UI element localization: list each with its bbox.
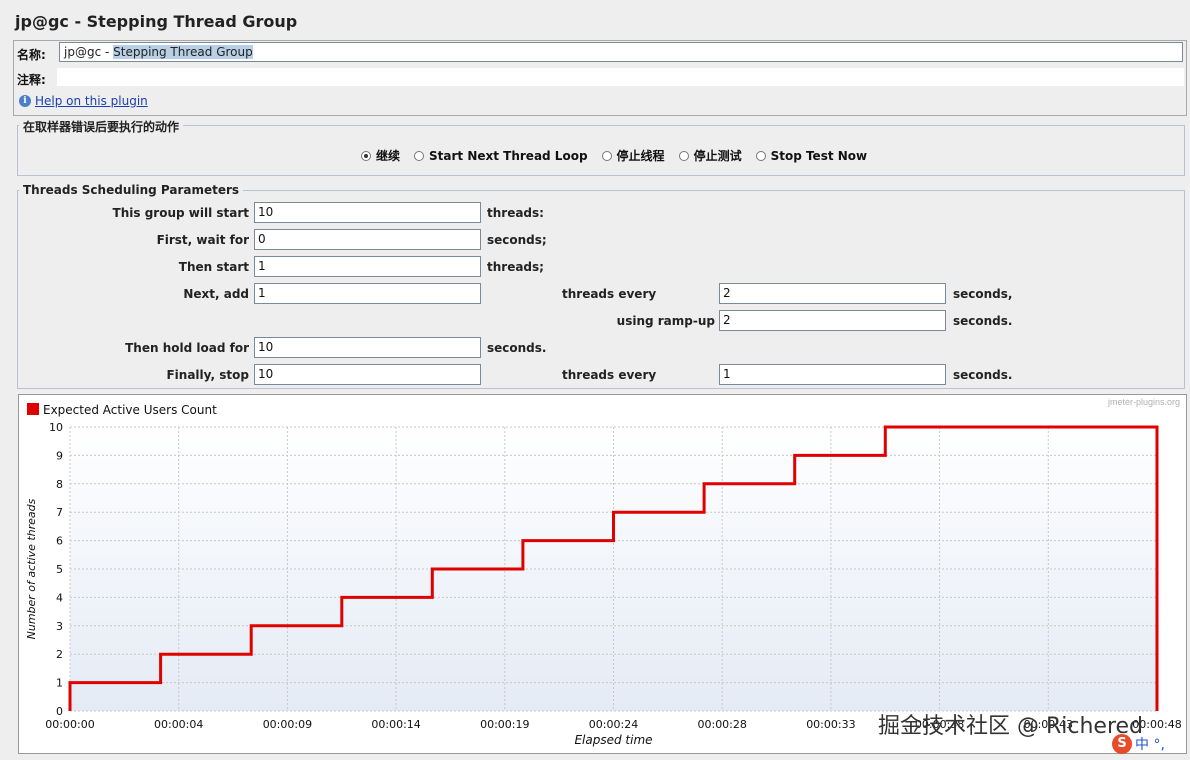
param-add-every-input[interactable]: 2: [719, 283, 946, 304]
y-tick-label: 1: [56, 677, 63, 690]
param-add-every-unit: seconds,: [953, 287, 1013, 301]
param-stop-mid-label: threads every: [562, 368, 657, 382]
y-tick-label: 9: [56, 449, 63, 462]
name-label: 名称:: [17, 48, 46, 62]
y-tick-label: 5: [56, 563, 63, 576]
radio-label: Start Next Thread Loop: [429, 148, 588, 163]
x-tick-label: 00:00:04: [154, 718, 203, 731]
radio-label: 继续: [376, 149, 401, 163]
name-field[interactable]: jp@gc - Stepping Thread Group: [59, 42, 1183, 62]
param-stop-every-unit: seconds.: [953, 368, 1013, 382]
radio-label: 停止线程: [616, 149, 665, 163]
x-tick-label: 00:00:19: [480, 718, 529, 731]
y-tick-label: 8: [56, 478, 63, 491]
legend-label: Expected Active Users Count: [43, 403, 217, 417]
help-link[interactable]: Help on this plugin: [35, 94, 148, 108]
window-title: jp@gc - Stepping Thread Group: [15, 12, 298, 31]
sogou-ime-icon: S: [1112, 734, 1132, 754]
watermark-text: 掘金技术社区 @ Richered: [878, 714, 1144, 739]
chart-panel: jmeter-plugins.org Expected Active Users…: [18, 394, 1187, 754]
param-start-threads-label: This group will start: [112, 206, 249, 220]
param-then-start-unit: threads;: [487, 260, 544, 274]
radio-dot: [678, 150, 689, 161]
comment-label: 注释:: [17, 73, 46, 87]
x-tick-label: 00:00:24: [589, 718, 638, 731]
param-next-add-label: Next, add: [183, 287, 249, 301]
radio-label: Stop Test Now: [770, 148, 868, 163]
error-action-legend: 在取样器错误后要执行的动作: [19, 118, 184, 135]
radio-label: 停止测试: [693, 149, 742, 163]
y-tick-label: 6: [56, 535, 63, 548]
param-start-threads-input[interactable]: 10: [254, 202, 481, 223]
param-next-add-input[interactable]: 1: [254, 283, 481, 304]
radio-stop-test-now[interactable]: Stop Test Now: [755, 147, 868, 164]
y-tick-label: 0: [56, 705, 63, 718]
param-stop-every-input[interactable]: 1: [719, 364, 946, 385]
param-initial-delay-input[interactable]: 0: [254, 229, 481, 250]
radio-dot: [601, 150, 612, 161]
x-tick-label: 00:00:09: [263, 718, 312, 731]
y-tick-label: 10: [49, 421, 63, 434]
param-ramp-up-label: using ramp-up: [616, 314, 715, 328]
legend-swatch: [27, 403, 39, 415]
x-tick-label: 00:00:00: [45, 718, 94, 731]
param-then-start-label: Then start: [178, 260, 249, 274]
ime-status: 中 °,: [1135, 737, 1165, 753]
radio-stop-test[interactable]: 停止测试: [678, 147, 742, 164]
name-value-selected: Stepping Thread Group: [113, 45, 253, 59]
y-axis-label: Number of active threads: [25, 498, 38, 639]
y-tick-label: 7: [56, 506, 63, 519]
ime-toolbar[interactable]: S 中 °,: [1112, 734, 1165, 754]
comment-field[interactable]: [57, 68, 1184, 86]
info-icon: i: [19, 95, 31, 107]
radio-dot: [755, 150, 766, 161]
param-ramp-up-unit: seconds.: [953, 314, 1013, 328]
radio-dot: [414, 150, 425, 161]
x-axis-label: Elapsed time: [574, 733, 652, 747]
param-stop-input[interactable]: 10: [254, 364, 481, 385]
param-hold-unit: seconds.: [487, 341, 547, 355]
radio-continue[interactable]: 继续: [361, 147, 400, 164]
y-tick-labels: 0 1 2 3 4 5 6 7 8 9 10: [49, 421, 63, 718]
param-next-add-mid-label: threads every: [562, 287, 657, 301]
param-stop-label: Finally, stop: [166, 368, 249, 382]
x-tick-label: 00:00:33: [806, 718, 855, 731]
param-ramp-up-input[interactable]: 2: [719, 310, 946, 331]
x-tick-label: 00:00:14: [371, 718, 420, 731]
chart-brand: jmeter-plugins.org: [1107, 397, 1180, 407]
param-initial-delay-label: First, wait for: [156, 233, 249, 247]
x-tick-label: 00:00:28: [697, 718, 746, 731]
param-hold-input[interactable]: 10: [254, 337, 481, 358]
radio-stop-thread[interactable]: 停止线程: [601, 147, 665, 164]
param-hold-label: Then hold load for: [125, 341, 249, 355]
name-value-prefix: jp@gc -: [64, 45, 114, 59]
params-legend: Threads Scheduling Parameters: [19, 183, 244, 197]
y-tick-label: 2: [56, 648, 63, 661]
param-then-start-input[interactable]: 1: [254, 256, 481, 277]
y-tick-label: 3: [56, 620, 63, 633]
error-action-options: 继续 Start Next Thread Loop 停止线程 停止测试 Stop…: [361, 147, 867, 164]
param-start-threads-unit: threads:: [487, 206, 544, 220]
help-row: i Help on this plugin: [19, 94, 148, 108]
radio-dot-selected: [361, 150, 371, 161]
radio-start-next-loop[interactable]: Start Next Thread Loop: [414, 147, 588, 164]
active-threads-chart: jmeter-plugins.org Expected Active Users…: [25, 397, 1182, 747]
param-initial-delay-unit: seconds;: [487, 233, 547, 247]
y-tick-label: 4: [56, 591, 63, 604]
